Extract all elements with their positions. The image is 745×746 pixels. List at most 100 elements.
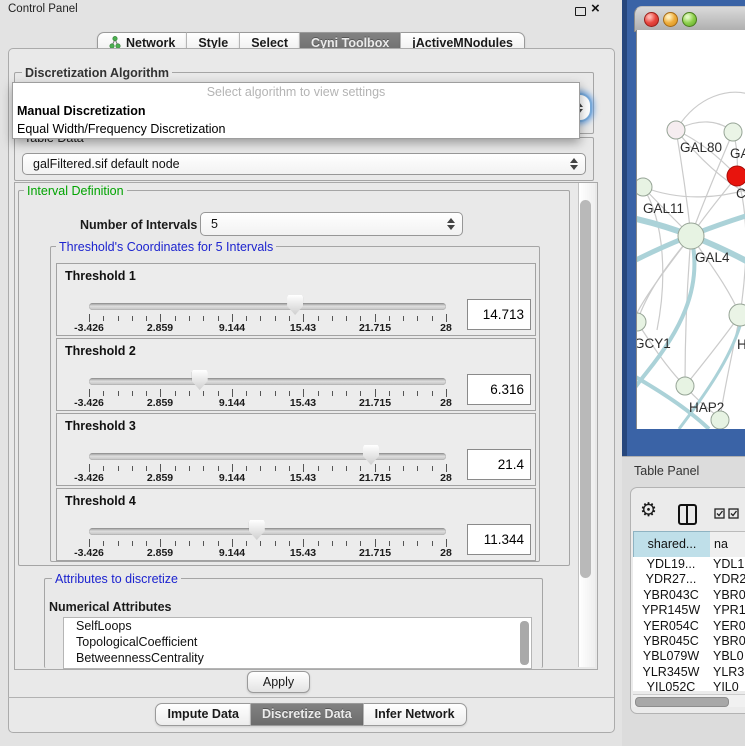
network-node-gal11[interactable]	[636, 178, 652, 196]
tab-infer-network[interactable]: Infer Network	[363, 703, 467, 726]
list-item[interactable]: TopologicalCoefficient	[64, 634, 531, 650]
attributes-group-label: Attributes to discretize	[52, 572, 181, 586]
number-of-intervals-label: Number of Intervals	[80, 218, 197, 232]
threshold-1-slider-handle[interactable]	[287, 295, 303, 315]
threshold-4-slider-track[interactable]	[89, 528, 446, 535]
threshold-2-panel: Threshold 2 -3.4262.8599.14415.4321.7152…	[56, 338, 536, 411]
threshold-3-panel: Threshold 3 -3.4262.8599.14415.4321.7152…	[56, 413, 536, 486]
apply-button[interactable]: Apply	[247, 671, 310, 693]
node-label: C	[736, 186, 745, 201]
column-checkbox-icons[interactable]	[714, 508, 739, 519]
list-item[interactable]: SelfLoops	[64, 618, 531, 634]
threshold-4-value-field[interactable]: 11.344	[467, 524, 531, 555]
threshold-2-value-field[interactable]: 6.316	[467, 374, 531, 405]
number-of-intervals-value: 5	[211, 213, 218, 235]
network-node-ga[interactable]	[724, 123, 742, 141]
network-node-h[interactable]	[729, 304, 745, 326]
threshold-4-slider-handle[interactable]	[249, 520, 265, 540]
tab-label: Discretize Data	[262, 707, 352, 721]
node-label: H	[737, 337, 745, 352]
close-button-icon[interactable]	[644, 12, 659, 27]
table-row[interactable]: YLR345WYLR3	[633, 665, 745, 680]
vertical-scrollbar-thumb[interactable]	[580, 200, 591, 578]
table-rows: YDL19...YDL1 YDR27...YDR2 YBR043CYBR0 YP…	[633, 557, 745, 691]
control-panel-titlebar: Control Panel ×	[0, 0, 622, 20]
combo-arrows-icon	[447, 218, 455, 230]
threshold-4-panel: Threshold 4 -3.4262.8599.14415.4321.7152…	[56, 488, 536, 561]
numerical-attributes-list[interactable]: SelfLoops TopologicalCoefficient Between…	[63, 617, 532, 669]
numerical-attributes-label: Numerical Attributes	[46, 600, 174, 614]
threshold-label: Threshold 2	[65, 344, 136, 358]
threshold-1-value-field[interactable]: 14.713	[467, 299, 531, 330]
tab-impute-data[interactable]: Impute Data	[155, 703, 250, 726]
threshold-label: Threshold 3	[65, 419, 136, 433]
bottom-tab-bar: Impute Data Discretize Data Infer Networ…	[0, 703, 622, 726]
split-pane-icon[interactable]	[678, 504, 697, 525]
tab-label: Infer Network	[375, 707, 455, 721]
table-data-combobox[interactable]: galFiltered.sif default node	[22, 153, 586, 175]
zoom-button-icon[interactable]	[682, 12, 697, 27]
interval-definition-group-label: Interval Definition	[24, 184, 127, 198]
threshold-3-value-field[interactable]: 21.4	[467, 449, 531, 480]
horizontal-scrollbar-thumb[interactable]	[635, 697, 729, 707]
float-window-icon[interactable]	[575, 7, 586, 16]
table-row[interactable]: YPR145WYPR1	[633, 603, 745, 618]
table-row[interactable]: YBL079WYBL0	[633, 649, 745, 664]
network-node-hap2[interactable]	[676, 377, 694, 395]
slider-tick-labels: -3.4262.8599.14415.4321.71528	[89, 322, 446, 334]
table-row[interactable]: YDL19...YDL1	[633, 557, 745, 572]
table-row[interactable]: YER054CYER0	[633, 619, 745, 634]
combo-arrows-icon	[570, 158, 578, 170]
threshold-label: Threshold 1	[65, 269, 136, 283]
network-node-gal80[interactable]	[667, 121, 685, 139]
algorithm-dropdown-popup: Select algorithm to view settings Manual…	[12, 82, 580, 139]
discretization-algorithm-group-label: Discretization Algorithm	[22, 66, 172, 80]
node-label: GAL11	[643, 201, 684, 216]
checkbox-checked-icon	[728, 508, 739, 519]
table-panel-title: Table Panel	[634, 464, 699, 478]
threshold-1-panel: Threshold 1 -3.4262.8599.14415.4321.7152…	[56, 263, 536, 336]
network-node-gcy1[interactable]	[636, 313, 646, 331]
node-label: GAL80	[680, 140, 722, 155]
list-item[interactable]: BetweennessCentrality	[64, 650, 531, 666]
network-node-c[interactable]	[727, 166, 745, 186]
dropdown-placeholder-item[interactable]: Select algorithm to view settings	[13, 83, 579, 102]
minimize-button-icon[interactable]	[663, 12, 678, 27]
tab-discretize-data[interactable]: Discretize Data	[250, 703, 363, 726]
network-canvas[interactable]: GAL80GACGAL11GAL4GCY1HHAP2	[636, 30, 745, 429]
dropdown-option-manual-discretization[interactable]: Manual Discretization	[13, 102, 579, 120]
gear-icon[interactable]: ⚙	[640, 499, 657, 521]
threshold-label: Threshold 4	[65, 494, 136, 508]
node-label: GCY1	[636, 336, 671, 351]
threshold-1-slider-track[interactable]	[89, 303, 446, 310]
threshold-3-slider-track[interactable]	[89, 453, 446, 460]
checkbox-checked-icon	[714, 508, 725, 519]
column-header-name[interactable]: na	[710, 531, 745, 558]
dropdown-option-equal-width[interactable]: Equal Width/Frequency Discretization	[13, 120, 579, 138]
network-window-frame-edge	[622, 0, 627, 456]
list-scrollbar-thumb[interactable]	[520, 621, 529, 665]
node-label: GAL4	[695, 250, 730, 265]
close-icon[interactable]: ×	[591, 0, 600, 17]
number-of-intervals-combobox[interactable]: 5	[200, 212, 463, 236]
slider-tick-labels: -3.4262.8599.14415.4321.71528	[89, 472, 446, 484]
table-row[interactable]: YIL052CYIL0	[633, 680, 745, 691]
column-header-shared-name[interactable]: shared...	[633, 531, 711, 558]
threshold-2-slider-handle[interactable]	[192, 370, 208, 390]
table-data-selected-value: galFiltered.sif default node	[33, 154, 180, 174]
slider-tick-labels: -3.4262.8599.14415.4321.71528	[89, 397, 446, 409]
tab-label: Impute Data	[167, 707, 239, 721]
network-window-titlebar[interactable]	[634, 6, 745, 32]
table-row[interactable]: YBR045CYBR0	[633, 634, 745, 649]
network-node-gal4[interactable]	[678, 223, 704, 249]
table-row[interactable]: YDR27...YDR2	[633, 572, 745, 587]
threshold-2-slider-track[interactable]	[89, 378, 446, 385]
threshold-3-slider-handle[interactable]	[363, 445, 379, 465]
divider	[8, 697, 614, 698]
panel-title: Control Panel	[8, 3, 78, 15]
table-row[interactable]: YBR043CYBR0	[633, 588, 745, 603]
horizontal-scrollbar-track[interactable]	[633, 694, 745, 707]
network-node[interactable]	[711, 411, 729, 429]
slider-tick-labels: -3.4262.8599.14415.4321.71528	[89, 547, 446, 559]
thresholds-group-label: Threshold's Coordinates for 5 Intervals	[56, 240, 276, 254]
